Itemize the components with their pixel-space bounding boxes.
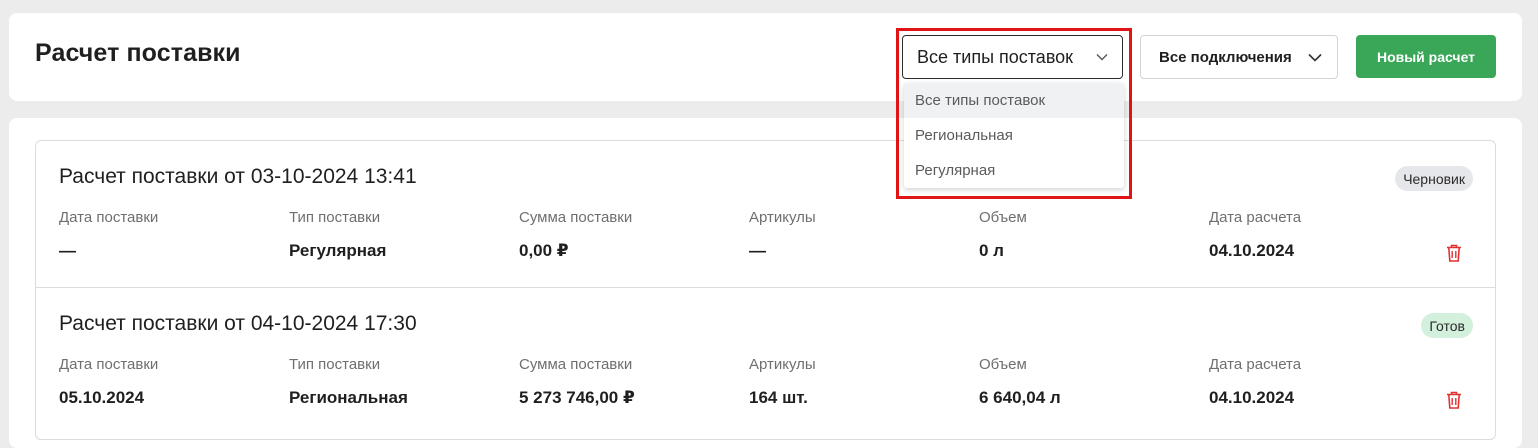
label-delivery-date: Дата поставки [59,209,159,226]
calculations-list-card: Расчет поставки от 03-10-2024 13:41 Черн… [9,118,1522,448]
supply-type-select-value: Все типы поставок [917,46,1074,67]
value-articles: — [749,241,766,260]
label-supply-type: Тип поставки [289,356,381,373]
value-articles: 164 шт. [749,388,808,407]
calculation-title: Расчет поставки от 04-10-2024 17:30 [59,312,417,335]
chevron-down-icon [1094,49,1110,65]
value-calc-date: 04.10.2024 [1209,241,1295,260]
label-volume: Объем [979,356,1027,373]
value-volume: 6 640,04 л [979,388,1061,407]
label-delivery-date: Дата поставки [59,356,159,373]
trash-icon[interactable] [1445,390,1463,410]
calculation-title: Расчет поставки от 03-10-2024 13:41 [59,165,417,188]
value-calc-date: 04.10.2024 [1209,388,1295,407]
value-supply-type: Региональная [289,388,408,407]
supply-type-select[interactable]: Все типы поставок [902,35,1123,79]
header-card: Расчет поставки Все типы поставок Все по… [9,13,1522,101]
value-delivery-date: — [59,241,76,260]
dropdown-option-all-types[interactable]: Все типы поставок [904,83,1124,118]
dropdown-option-regional[interactable]: Региональная [904,118,1124,153]
dropdown-option-regular[interactable]: Регулярная [904,153,1124,188]
new-calculation-button[interactable]: Новый расчет [1356,35,1496,78]
value-supply-sum: 5 273 746,00 ₽ [519,388,635,407]
chevron-down-icon [1307,49,1323,65]
value-volume: 0 л [979,241,1004,260]
label-articles: Артикулы [749,209,816,226]
connections-select-value: Все подключения [1159,48,1292,66]
calculations-list: Расчет поставки от 03-10-2024 13:41 Черн… [35,140,1496,440]
label-supply-sum: Сумма поставки [519,209,633,226]
calculation-row[interactable]: Расчет поставки от 04-10-2024 17:30 Гото… [36,287,1495,433]
status-badge: Готов [1421,313,1473,338]
label-supply-type: Тип поставки [289,209,381,226]
trash-icon[interactable] [1445,243,1463,263]
page-title: Расчет поставки [35,39,241,67]
value-supply-sum: 0,00 ₽ [519,241,569,260]
status-badge: Черновик [1395,166,1473,191]
value-delivery-date: 05.10.2024 [59,388,145,407]
connections-select[interactable]: Все подключения [1140,35,1338,79]
label-calc-date: Дата расчета [1209,356,1302,373]
label-volume: Объем [979,209,1027,226]
label-calc-date: Дата расчета [1209,209,1302,226]
label-articles: Артикулы [749,356,816,373]
calculation-row[interactable]: Расчет поставки от 03-10-2024 13:41 Черн… [36,141,1495,287]
label-supply-sum: Сумма поставки [519,356,633,373]
supply-type-dropdown-menu: Все типы поставок Региональная Регулярна… [904,83,1124,188]
value-supply-type: Регулярная [289,241,387,260]
